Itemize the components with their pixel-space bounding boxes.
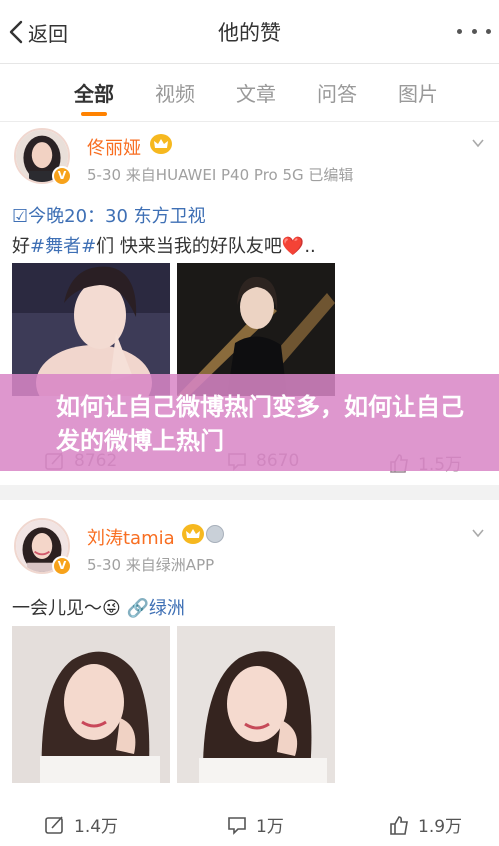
post-photo[interactable] [177,626,335,783]
chevron-down-icon[interactable] [471,136,485,150]
page-title: 他的赞 [218,21,281,45]
hashtag-link[interactable]: #舞者# [30,236,96,257]
link-icon: 🔗 [126,598,149,619]
post-ellipsis: .. [304,236,316,257]
tab-qa[interactable]: 问答 [317,78,357,107]
verified-badge-icon: V [52,556,72,576]
comment-icon [228,816,246,835]
repost-icon [45,815,63,834]
comment-button[interactable]: 1万 [226,812,284,837]
post-meta: 5-30 来自绿洲APP [87,556,215,574]
more-options-icon[interactable] [457,29,491,37]
post-text-prefix: 好 [12,236,30,257]
thumbs-up-icon [390,815,408,835]
oasis-link[interactable]: 绿洲 [149,598,185,619]
post-headline: ☑今晚20：30 东方卫视 [12,206,206,227]
top-nav-bar: 返回 他的赞 [0,0,499,64]
chevron-down-icon[interactable] [471,526,485,540]
post-text-body: 一会儿见～ [12,598,102,619]
repost-count: 1.4万 [74,817,119,837]
tab-articles[interactable]: 文章 [236,78,276,107]
title-overlay-banner: 如何让自己微博热门变多，如何让自己发的微博上热门 [0,374,499,471]
repost-button[interactable]: 1.4万 [44,812,118,837]
post-photo[interactable] [12,626,170,783]
membership-badge-icon [206,525,224,543]
post-text: 好#舞者#们 快来当我的好队友吧❤️.. [12,232,316,258]
author-name[interactable]: 刘涛tamia [87,524,175,550]
tab-video[interactable]: 视频 [155,78,195,107]
post-meta: 5-30 来自HUAWEI P40 Pro 5G 已编辑 [87,166,354,184]
active-tab-indicator [81,112,107,116]
tab-bar: 全部 视频 文章 问答 图片 [0,64,499,122]
banner-title: 如何让自己微博热门变多，如何让自己发的微博上热门 [56,393,464,455]
post-text: 一会儿见～😜 🔗绿洲 [12,594,185,620]
feed-post[interactable]: V 刘涛tamia 5-30 来自绿洲APP 一会儿见～😜 🔗绿洲 1.4万 1… [0,500,499,846]
author-name[interactable]: 佟丽娅 [87,134,141,160]
tab-images[interactable]: 图片 [398,78,438,107]
verified-badge-icon: V [52,166,72,186]
comment-count: 1万 [256,817,284,837]
post-text-suffix: 们 快来当我的好队友吧 [96,236,282,257]
like-button[interactable]: 1.9万 [388,812,462,837]
vip-crown-icon [150,134,172,154]
tab-all[interactable]: 全部 [74,78,114,107]
like-count: 1.9万 [418,817,463,837]
heart-emoji: ❤️ [281,236,305,257]
vip-crown-icon [182,524,204,544]
wink-emoji: 😜 [102,598,121,619]
